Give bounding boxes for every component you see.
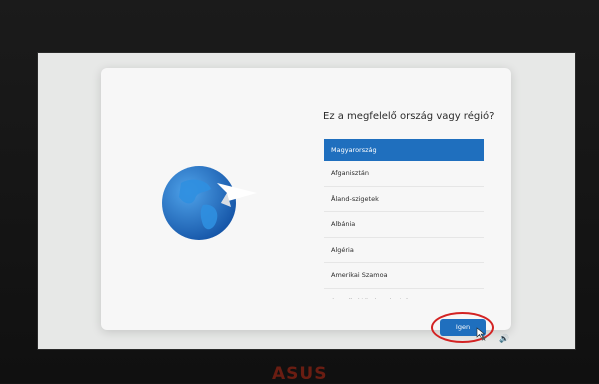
globe-icon [162, 166, 257, 240]
globe-paper-plane-illustration [161, 163, 281, 243]
oobe-screen: Ez a megfelelő ország vagy régió? Magyar… [37, 52, 576, 350]
monitor-bezel: Ez a megfelelő ország vagy régió? Magyar… [0, 0, 599, 384]
region-list[interactable]: Magyarország Afganisztán Åland-szigetek … [324, 139, 484, 299]
volume-icon[interactable]: 🔊 [499, 334, 509, 343]
region-setup-dialog: Ez a megfelelő ország vagy régió? Magyar… [101, 68, 511, 343]
region-list-item[interactable]: Amerikai Szamoa [324, 263, 484, 289]
asus-logo: ASUS [272, 364, 328, 384]
region-list-item[interactable]: Afganisztán [324, 161, 484, 187]
page-title: Ez a megfelelő ország vagy régió? [323, 111, 495, 122]
region-list-item[interactable]: Albánia [324, 212, 484, 238]
accessibility-icon[interactable]: ★ [480, 334, 487, 343]
region-list-item[interactable]: Åland-szigetek [324, 187, 484, 212]
region-list-item-selected[interactable]: Magyarország [324, 139, 484, 161]
region-list-item[interactable]: Algéria [324, 238, 484, 263]
region-list-item[interactable]: Amerikai Virgin-szigetek [324, 289, 484, 300]
